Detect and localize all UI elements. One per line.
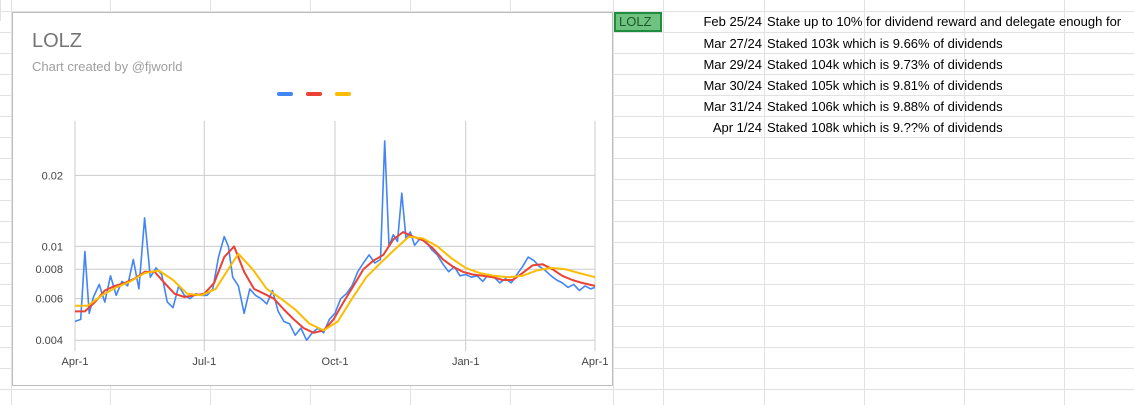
note-date[interactable]: Mar 30/24: [664, 76, 762, 96]
note-date[interactable]: Apr 1/24: [664, 118, 762, 138]
x-tick-label: Oct-1: [322, 356, 349, 368]
x-tick-label: Jan-1: [452, 356, 480, 368]
y-tick-label: 0.006: [35, 294, 63, 306]
y-tick-label: 0.004: [35, 335, 63, 347]
note-text[interactable]: Stake up to 10% for dividend reward and …: [767, 12, 1134, 32]
note-date[interactable]: Mar 29/24: [664, 55, 762, 75]
chart-container[interactable]: LOLZ Chart created by @fjworld Apr-1 Jul-…: [12, 12, 613, 386]
note-text[interactable]: Staked 103k which is 9.66% of dividends: [767, 34, 1134, 54]
y-tick-label: 0.008: [35, 264, 63, 276]
x-tick-label: Apr-1: [582, 356, 609, 368]
note-text[interactable]: Staked 108k which is 9.??% of dividends: [767, 118, 1134, 138]
note-text[interactable]: Staked 105k which is 9.81% of dividends: [767, 76, 1134, 96]
grid-col-line: [764, 0, 765, 405]
note-date[interactable]: Mar 31/24: [664, 97, 762, 117]
note-text[interactable]: Staked 104k which is 9.73% of dividends: [767, 55, 1134, 75]
x-tick-label: Apr-1: [62, 356, 89, 368]
x-tick-label: Jul-1: [192, 356, 216, 368]
y-tick-label: 0.02: [42, 170, 63, 182]
note-date[interactable]: Mar 27/24: [664, 34, 762, 54]
line-chart: Apr-1 Jul-1 Oct-1 Jan-1 Apr-1 0.004 0.006 0.008…: [35, 92, 609, 368]
y-tick-label: 0.01: [42, 241, 63, 253]
note-date[interactable]: Feb 25/24: [664, 12, 762, 32]
ticker-cell[interactable]: LOLZ: [614, 12, 662, 32]
note-text[interactable]: Staked 106k which is 9.88% of dividends: [767, 97, 1134, 117]
grid-col-line: [613, 0, 614, 405]
